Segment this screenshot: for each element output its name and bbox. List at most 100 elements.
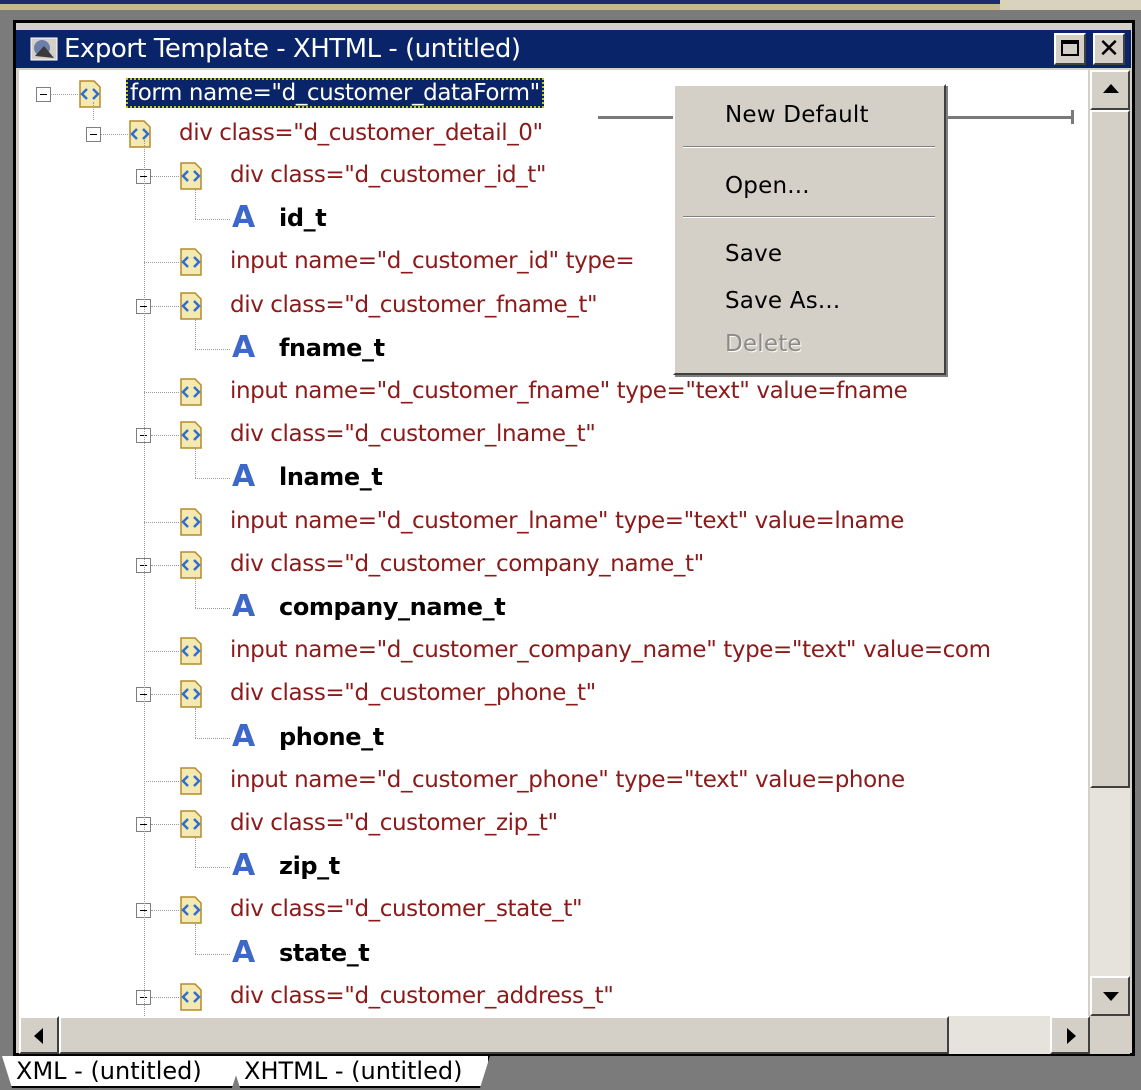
tree-row-attribute[interactable]: Azip_t [19,847,1088,887]
attribute-icon: A [232,200,256,236]
menu-item-save-as[interactable]: Save As... [725,286,840,316]
menu-separator [683,146,935,148]
drag-connector-end [1071,110,1074,124]
scroll-right-button[interactable] [1050,1016,1090,1054]
tree-row-attribute[interactable]: Acompany_name_t [19,588,1088,628]
tree-connector [195,219,230,221]
vertical-scrollbar[interactable] [1090,70,1130,1016]
xml-element-icon [128,120,152,148]
node-label: id_t [279,204,327,233]
tree-connector [93,102,94,120]
tree-connector [151,694,179,696]
node-label: input name="d_customer_phone" type="text… [230,766,905,793]
tree-connector [195,478,230,480]
tree-row-div[interactable]: div class="d_customer_address_t" [19,977,1088,1016]
attribute-icon: A [232,459,256,495]
node-label: div class="d_customer_phone_t" [230,680,596,707]
scrollbar-corner [1090,1016,1130,1054]
node-label: div class="d_customer_company_name_t" [230,550,704,577]
tree-connector [101,134,128,135]
template-window-icon [30,37,58,61]
node-label: input name="d_customer_company_name" typ… [230,637,991,664]
tree-connector [144,521,179,523]
node-label: div class="d_customer_lname_t" [230,421,596,448]
context-menu: New Default Open... Save Save As... Dele… [673,84,946,375]
xml-element-icon [179,378,203,406]
tree-row-div[interactable]: div class="d_customer_zip_t" [19,804,1088,844]
tree-row-input[interactable]: input name="d_customer_company_name" typ… [19,631,1088,671]
node-label: div class="d_customer_zip_t" [230,810,558,836]
close-button[interactable]: ✕ [1093,33,1125,65]
tree-connector [195,608,230,609]
drag-connector-line [946,116,1074,119]
arrow-right-icon [1067,1028,1076,1044]
node-label: input name="d_customer_lname" type="text… [230,507,904,534]
node-label: company_name_t [279,593,506,621]
xml-element-icon [179,983,203,1011]
collapse-icon[interactable] [36,87,51,102]
tree-row-input[interactable]: input name="d_customer_lname" type="text… [19,502,1088,542]
arrow-up-icon [1103,84,1119,93]
scroll-left-button[interactable] [19,1016,59,1054]
tree-row-div[interactable]: div class="d_customer_company_name_t" [19,545,1088,585]
window-titlebar[interactable]: Export Template - XHTML - (untitled) ✕ [16,30,1131,68]
node-label: div class="d_customer_state_t" [230,896,583,923]
tree-connector [195,318,196,349]
template-tab-bar: XML - (untitled) XHTML - (untitled) [0,1056,1141,1090]
tab-xhtml[interactable]: XHTML - (untitled) [230,1056,490,1088]
tree-row-input[interactable]: input name="d_customer_fname" type="text… [19,372,1088,412]
tree-connector [151,176,179,177]
scroll-up-button[interactable] [1090,70,1130,110]
attribute-icon: A [232,718,256,754]
node-label: fname_t [279,333,385,362]
drag-connector-line [598,116,674,119]
node-label: phone_t [279,722,384,751]
arrow-down-icon [1103,992,1119,1001]
background-panel-strip [0,0,1141,10]
tree-row-input[interactable]: input name="d_customer_phone" type="text… [19,761,1088,801]
xml-element-icon [179,421,203,449]
vertical-scroll-thumb[interactable] [1090,110,1130,788]
tree-connector [195,578,196,608]
attribute-icon: A [232,329,256,365]
tree-connector [151,305,179,307]
horizontal-scroll-thumb[interactable] [59,1016,949,1054]
tree-row-attribute[interactable]: Astate_t [19,934,1088,974]
tree-connector [51,94,78,95]
tree-row-div[interactable]: div class="d_customer_state_t" [19,890,1088,930]
menu-item-delete: Delete [725,331,802,357]
detail-node-label: div class="d_customer_detail_0" [179,120,543,146]
menu-item-new-default[interactable]: New Default [725,100,869,130]
tree-connector [195,189,196,220]
tree-connector [195,707,196,738]
attribute-icon: A [232,848,256,884]
tab-xml[interactable]: XML - (untitled) [2,1056,242,1088]
node-label: div class="d_customer_fname_t" [230,291,598,318]
tree-connector [144,780,179,782]
menu-separator [683,216,935,218]
tree-row-attribute[interactable]: Aphone_t [19,718,1088,758]
tree-row-attribute[interactable]: Alname_t [19,458,1088,498]
horizontal-scrollbar[interactable] [19,1016,1090,1054]
tree-row-div[interactable]: div class="d_customer_lname_t" [19,415,1088,455]
tree-row-div[interactable]: div class="d_customer_phone_t" [19,674,1088,714]
tree-connector [144,262,179,264]
scroll-down-button[interactable] [1090,976,1130,1016]
maximize-button[interactable] [1054,33,1086,65]
background-panel-fill [0,4,1000,10]
menu-item-open[interactable]: Open... [725,171,810,201]
xml-element-icon [179,162,203,190]
tree-connector [195,448,196,479]
attribute-icon: A [232,934,256,970]
node-label: zip_t [279,852,340,881]
tree-connector [144,140,145,1016]
collapse-icon[interactable] [86,127,101,142]
tree-connector [195,867,230,869]
xml-element-icon [78,80,102,108]
tree-connector [195,348,230,350]
maximize-icon [1061,40,1079,56]
xml-element-icon [179,896,203,925]
xml-element-icon [179,810,203,838]
menu-item-save[interactable]: Save [725,239,782,269]
node-label: input name="d_customer_fname" type="text… [230,378,908,404]
